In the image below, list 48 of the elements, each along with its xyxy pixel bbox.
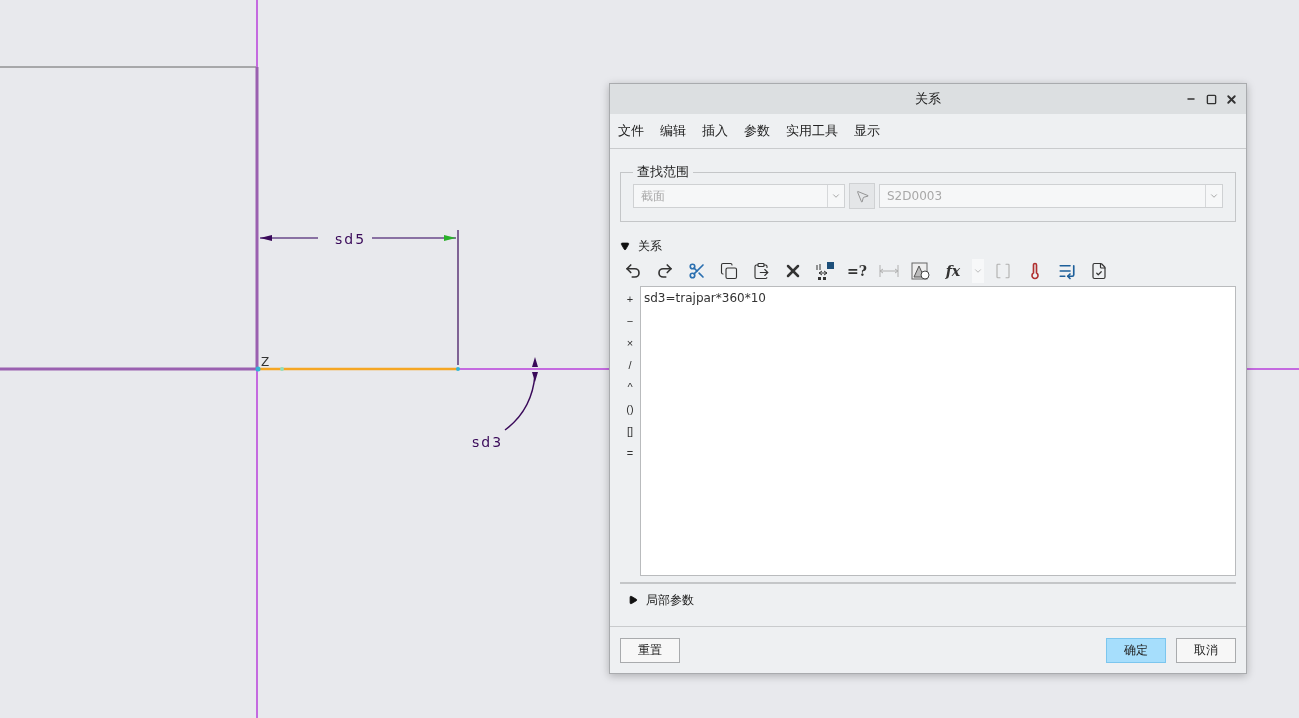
dialog-button[interactable]: 重置 (620, 637, 680, 663)
relations-editor[interactable]: sd3=trajpar*360*10 (640, 286, 1236, 576)
window-title: 关系 (915, 90, 941, 108)
function-label: fx (945, 263, 961, 279)
brackets-icon (994, 262, 1012, 280)
close-button[interactable] (1224, 92, 1238, 106)
menu-item[interactable]: 编辑 (660, 122, 686, 140)
function-button[interactable]: fx (940, 259, 966, 283)
maximize-button[interactable] (1204, 92, 1218, 106)
group-label: 查找范围 (636, 163, 690, 181)
axis-label: Z (261, 355, 270, 369)
ok-button[interactable]: 确定 (1106, 637, 1166, 663)
redo-icon (656, 262, 674, 280)
dimension-label: sd5 (335, 231, 367, 247)
operator-button[interactable]: / (628, 354, 632, 376)
scissors-icon (688, 262, 706, 280)
list-icon (1058, 262, 1076, 280)
dimension-values-icon (815, 261, 835, 281)
operator-button[interactable]: ^ (627, 376, 633, 398)
caret-icon (831, 191, 841, 201)
undo-icon (624, 262, 642, 280)
menu-item[interactable]: 插入 (702, 122, 728, 140)
dimension-icon (879, 264, 899, 278)
expand-icon[interactable] (628, 595, 638, 605)
menu-item[interactable]: 参数 (744, 122, 770, 140)
pointer-icon (854, 188, 870, 204)
maximize-icon (1205, 93, 1217, 105)
caret-icon (973, 266, 983, 276)
operator-button[interactable]: × (626, 332, 634, 354)
dialog-button[interactable]: 取消 (1176, 637, 1236, 663)
menu-item[interactable]: 显示 (854, 122, 880, 140)
menu-item[interactable]: 文件 (618, 122, 644, 140)
menu-item[interactable]: 实用工具 (786, 122, 838, 140)
section-label: 局部参数 (646, 591, 694, 609)
caret-icon (1209, 191, 1219, 201)
collapse-icon[interactable] (620, 241, 630, 251)
dimension-label: sd3 (472, 434, 504, 450)
close-icon (1224, 92, 1238, 106)
measure-icon (911, 261, 931, 281)
operator-button[interactable]: − (626, 310, 634, 332)
checked-document-icon (1090, 262, 1108, 280)
section-label: 关系 (638, 237, 662, 255)
paste-icon (752, 262, 770, 280)
copy-icon (720, 262, 738, 280)
operator-button[interactable]: + (626, 288, 634, 310)
operator-button[interactable]: = (626, 442, 634, 464)
operator-button[interactable]: () (626, 398, 634, 420)
operator-button[interactable]: [] (626, 420, 634, 442)
